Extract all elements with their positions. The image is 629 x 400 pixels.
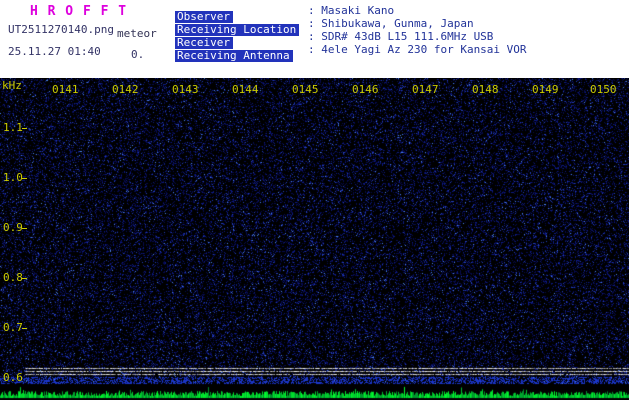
info-row: Receiving Antenna : 4ele Yagi Az 230 for… [175,44,625,56]
info-row: Observer : Masaki Kano [175,5,625,17]
hrofft-screen: H R O F F T UT2511270140.png meteor 25.1… [0,0,629,400]
filename-label: UT2511270140.png [8,23,114,36]
freq-tick-label: 0.9 [3,222,23,233]
info-value: : SDR# 43dB L15 111.6MHz USB [308,31,493,43]
freq-tick-label: 1.0 [3,172,23,183]
time-tick-label: 0147 [412,84,439,95]
timestamp-label: 25.11.27 01:40 [8,45,101,58]
info-value: : Masaki Kano [308,5,394,17]
freq-tick-mark [22,228,27,229]
time-tick-label: 0150 [590,84,617,95]
time-tick-label: 0149 [532,84,559,95]
freq-tick-label: 0.7 [3,322,23,333]
info-row: Receiving Location : Shibukawa, Gunma, J… [175,18,625,30]
spectrogram-canvas [0,78,629,400]
freq-axis-unit: kHz [2,80,22,91]
time-tick-label: 0146 [352,84,379,95]
time-tick-label: 0141 [52,84,79,95]
frame-counter: 0. [131,48,144,61]
observation-info-table: Observer : Masaki Kano Receiving Locatio… [175,5,625,57]
time-tick-label: 0145 [292,84,319,95]
time-tick-label: 0142 [112,84,139,95]
time-tick-label: 0144 [232,84,259,95]
freq-tick-mark [22,278,27,279]
info-value: : Shibukawa, Gunma, Japan [308,18,474,30]
header: H R O F F T UT2511270140.png meteor 25.1… [0,0,629,78]
info-label: Receiving Antenna [175,50,293,62]
app-title: H R O F F T [30,4,127,19]
freq-tick-mark [22,128,27,129]
time-tick-label: 0143 [172,84,199,95]
freq-tick-label: 0.8 [3,272,23,283]
info-row: Receiver : SDR# 43dB L15 111.6MHz USB [175,31,625,43]
freq-tick-mark [22,178,27,179]
freq-tick-mark [22,328,27,329]
info-value: : 4ele Yagi Az 230 for Kansai VOR [308,44,527,56]
time-tick-label: 0148 [472,84,499,95]
mode-label: meteor [117,27,157,40]
freq-tick-label: 1.1 [3,122,23,133]
freq-tick-label: 0.6 [3,372,23,383]
